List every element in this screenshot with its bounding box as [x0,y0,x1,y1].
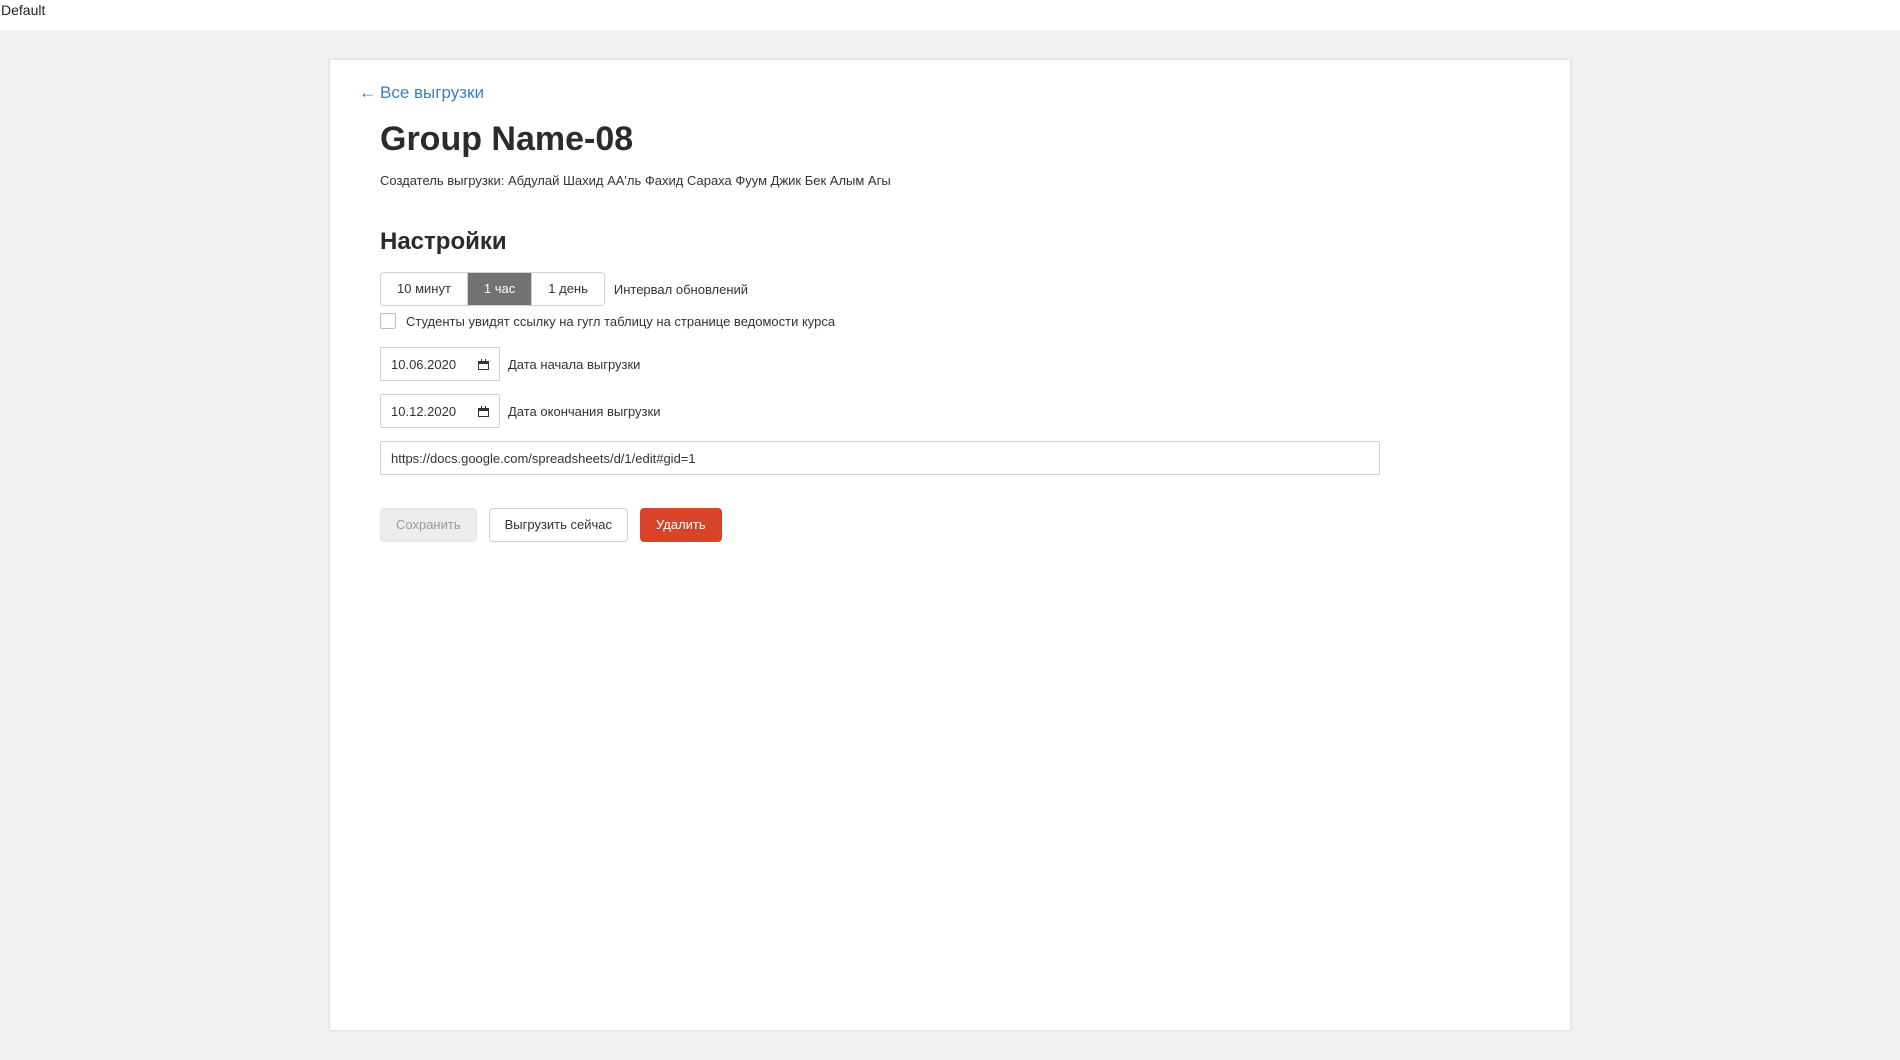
students-link-label[interactable]: Студенты увидят ссылку на гугл таблицу н… [406,314,835,329]
students-link-row: Студенты увидят ссылку на гугл таблицу н… [380,313,835,329]
start-date-value: 10.06.2020 [391,356,457,372]
end-date-row: 10.12.2020 Дата окончания выгрузки [380,394,660,428]
export-creator: Создатель выгрузки: Абдулай Шахид АА'ль … [380,173,891,188]
update-interval-selector: 10 минут 1 час 1 день [380,272,605,306]
spreadsheet-url-field[interactable]: https://docs.google.com/spreadsheets/d/1… [380,441,1380,475]
calendar-icon[interactable] [478,358,489,370]
window-titlebar: Default [0,0,1900,30]
update-interval-label: Интервал обновлений [613,281,749,297]
calendar-icon[interactable] [478,405,489,417]
delete-button[interactable]: Удалить [640,508,722,542]
back-link-label: Все выгрузки [380,83,484,102]
window-title: Default [1,2,46,18]
interval-option-1-hour[interactable]: 1 час [466,273,532,305]
settings-heading: Настройки [380,228,507,255]
page-title: Group Name-08 [380,120,634,158]
save-button[interactable]: Сохранить [380,508,477,542]
export-now-button[interactable]: Выгрузить сейчас [488,508,629,542]
interval-option-1-day[interactable]: 1 день [531,273,604,305]
update-interval-row: 10 минут 1 час 1 день Интервал обновлени… [380,272,748,306]
start-date-label: Дата начала выгрузки [508,356,641,372]
start-date-row: 10.06.2020 Дата начала выгрузки [380,347,640,381]
end-date-value: 10.12.2020 [391,403,457,419]
end-date-label: Дата окончания выгрузки [508,403,661,419]
export-settings-card: ← Все выгрузки Group Name-08 Создатель вы… [329,59,1571,1031]
arrow-left-icon: ← [359,83,376,102]
action-buttons: Сохранить Выгрузить сейчас Удалить [380,508,722,542]
students-link-checkbox[interactable] [380,313,396,329]
start-date-input[interactable]: 10.06.2020 [380,347,500,381]
end-date-input[interactable]: 10.12.2020 [380,394,500,428]
interval-option-10-min[interactable]: 10 минут [381,273,467,305]
back-to-all-exports-link[interactable]: ← Все выгрузки [359,83,484,103]
